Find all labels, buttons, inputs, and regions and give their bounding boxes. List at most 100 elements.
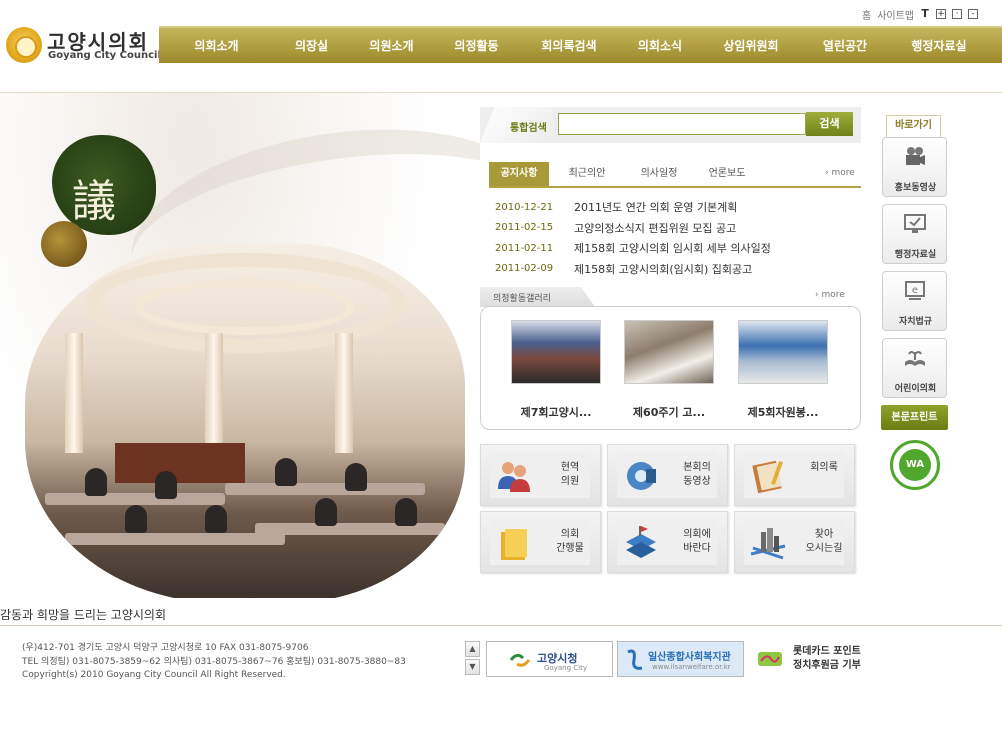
banner-title: 롯데카드 포인트 정치후원금 기부 — [793, 646, 861, 671]
book-icon — [752, 460, 783, 494]
banner-subtitle: www.ilsanwelfare.or.kr — [652, 663, 731, 671]
nav-item-open-space[interactable]: 열린공간 — [801, 37, 889, 54]
banner-subtitle: Goyang City — [544, 664, 587, 672]
banner-title: 일산종합사회복지관 — [648, 652, 731, 663]
quick-menu-admin-data[interactable]: 행정자료실 — [882, 204, 947, 264]
banner-scroll-down-button[interactable]: ▼ — [465, 659, 480, 675]
nav-item-minutes-search[interactable]: 회의록검색 — [519, 37, 619, 54]
web-accessibility-badge[interactable]: WA — [890, 440, 940, 490]
quick-link-label: 본회의 동영상 — [683, 462, 711, 487]
font-size-icon: T — [920, 7, 930, 20]
quick-menu-label: 어린이의회 — [894, 384, 937, 394]
gallery-caption[interactable]: 제60주기 고... — [619, 404, 719, 420]
quick-menu-title: 바로가기 — [886, 115, 941, 137]
list-item[interactable]: 2010-12-21 2011년도 연간 의회 운영 기본계획 — [495, 197, 855, 218]
list-item[interactable]: 2011-02-11 제158회 고양시의회 임시회 세부 의사일정 — [495, 238, 855, 259]
gallery-more-link[interactable]: › more — [815, 290, 845, 300]
welfare-center-logo-icon — [627, 649, 643, 670]
quick-link-plenary-video[interactable]: 본회의 동영상 — [607, 444, 728, 506]
quick-menu-label: 행정자료실 — [894, 250, 937, 260]
tab-notices[interactable]: 공지사항 — [489, 162, 549, 186]
global-navigation: 의회소개 의장실 의원소개 의정활동 회의록검색 의회소식 상임위원회 열린공간… — [159, 26, 1002, 63]
footer-address: (우)412-701 경기도 고양시 덕양구 고양시청로 10 FAX 031-… — [22, 642, 406, 683]
nav-item-chairman[interactable]: 의장실 — [274, 37, 349, 54]
integrated-search: 통합검색 검색 — [480, 107, 861, 143]
quick-link-suggestions[interactable]: 의회에 바란다 — [607, 511, 728, 573]
font-decrease-button[interactable]: - — [968, 9, 978, 19]
quick-link-label: 현역 의원 — [560, 462, 580, 487]
quick-link-minutes[interactable]: 회의록 — [734, 444, 855, 506]
notice-tabs: 공지사항 최근의안 의사일정 언론보도 › more — [489, 162, 861, 188]
quick-link-directions[interactable]: 찾아 오시는길 — [734, 511, 855, 573]
font-increase-button[interactable]: + — [936, 9, 946, 19]
banner-lotte-card-donation[interactable]: 롯데카드 포인트 정치후원금 기부 — [753, 641, 873, 677]
quick-link-label: 의회 간행물 — [556, 529, 584, 554]
people-icon — [498, 462, 530, 492]
slogan-text: 감동과 희망을 드리는 고양시의회 — [0, 608, 167, 622]
nav-item-intro[interactable]: 의회소개 — [159, 37, 274, 54]
camera-icon — [906, 147, 925, 165]
list-item[interactable]: 2011-02-15 고양의정소식지 편집위원 모집 공고 — [495, 218, 855, 239]
nav-item-news[interactable]: 의회소식 — [619, 37, 701, 54]
utility-links: 홈 사이트맵 T + · - — [862, 7, 978, 22]
search-input[interactable] — [558, 113, 806, 135]
council-chamber-photo — [25, 243, 465, 598]
gallery-thumbnail[interactable] — [624, 320, 714, 384]
nav-item-committees[interactable]: 상임위원회 — [701, 37, 801, 54]
ink-dot-decoration — [41, 221, 87, 267]
quick-link-label: 의회에 바란다 — [683, 529, 711, 554]
lotte-card-logo-icon — [758, 652, 782, 666]
search-label: 통합검색 — [510, 123, 547, 134]
banner-scroll-up-button[interactable]: ▲ — [465, 641, 480, 657]
phone-line: TEL 의정팀) 031-8075-3859~62 의사팀) 031-8075-… — [22, 656, 406, 667]
council-emblem-icon — [6, 27, 42, 63]
video-icon — [627, 462, 656, 490]
logo-english-text: Goyang City Council — [48, 50, 161, 61]
address-line: (우)412-701 경기도 고양시 덕양구 고양시청로 10 FAX 031-… — [22, 643, 309, 653]
notice-list: 2010-12-21 2011년도 연간 의회 운영 기본계획 2011-02-… — [495, 197, 855, 279]
notice-title[interactable]: 고양의정소식지 편집위원 모집 공고 — [574, 220, 736, 236]
notice-date: 2010-12-21 — [495, 201, 554, 213]
book-open-icon — [905, 351, 925, 366]
nav-item-members[interactable]: 의원소개 — [349, 37, 434, 54]
quick-menu-label: 자치법규 — [898, 317, 933, 327]
quick-menu-promo-video[interactable]: 홍보동영상 — [882, 137, 947, 197]
gallery-thumbnail[interactable] — [738, 320, 828, 384]
page: 고양시의회 Goyang City Council 홈 사이트맵 T + · -… — [0, 0, 1002, 738]
nav-item-admin-data[interactable]: 행정자료실 — [889, 37, 989, 54]
ink-character: 議 — [72, 176, 116, 227]
quick-link-current-members[interactable]: 현역 의원 — [480, 444, 601, 506]
site-logo[interactable]: 고양시의회 Goyang City Council — [6, 26, 161, 66]
banner-welfare-center[interactable]: 일산종합사회복지관 www.ilsanwelfare.or.kr — [617, 641, 744, 677]
wa-mark: WA — [899, 449, 931, 481]
home-link[interactable]: 홈 — [862, 7, 871, 22]
gallery-thumbnail[interactable] — [511, 320, 601, 384]
banner-goyang-city[interactable]: 고양시청 Goyang City — [486, 641, 613, 677]
blocks-icon — [626, 526, 656, 558]
sitemap-link[interactable]: 사이트맵 — [877, 7, 914, 22]
search-button[interactable]: 검색 — [806, 112, 853, 136]
footer-divider — [0, 625, 1002, 626]
notice-title[interactable]: 제158회 고양시의회 임시회 세부 의사일정 — [574, 240, 771, 256]
gallery-caption[interactable]: 제5회자원봉... — [733, 404, 833, 420]
map-icon — [750, 528, 786, 560]
quick-menu-ordinances[interactable]: e 자치법규 — [882, 271, 947, 331]
gallery-caption[interactable]: 제7회고양시... — [506, 404, 606, 420]
notice-more-link[interactable]: › more — [825, 168, 855, 178]
notice-title[interactable]: 2011년도 연간 의회 운영 기본계획 — [574, 199, 737, 215]
quick-link-publications[interactable]: 의회 간행물 — [480, 511, 601, 573]
notice-date: 2011-02-11 — [495, 242, 554, 254]
font-reset-button[interactable]: · — [952, 9, 962, 19]
quick-link-label: 찾아 오시는길 — [805, 529, 843, 554]
tab-schedule[interactable]: 의사일정 — [629, 162, 689, 186]
quick-menu-kids-council[interactable]: 어린이의회 — [882, 338, 947, 398]
print-page-button[interactable]: 본문프린트 — [881, 405, 948, 430]
tab-recent-bills[interactable]: 최근의안 — [557, 162, 617, 186]
quick-menu-label: 홍보동영상 — [894, 183, 937, 193]
svg-text:e: e — [912, 285, 918, 296]
goyang-city-logo-icon — [509, 653, 531, 667]
list-item[interactable]: 2011-02-09 제158회 고양시의회(임시회) 집회공고 — [495, 259, 855, 280]
tab-press[interactable]: 언론보도 — [697, 162, 757, 186]
notice-title[interactable]: 제158회 고양시의회(임시회) 집회공고 — [574, 261, 752, 277]
nav-item-activities[interactable]: 의정활동 — [434, 37, 519, 54]
